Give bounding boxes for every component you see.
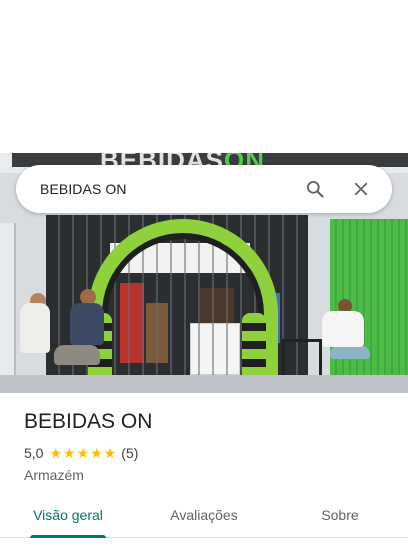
person <box>70 303 104 345</box>
star-icon: ★ <box>76 445 90 461</box>
close-icon[interactable] <box>344 172 378 206</box>
left-door <box>0 223 16 383</box>
rating-value: 5,0 <box>24 445 44 461</box>
star-icon: ★ <box>103 445 117 461</box>
star-icon: ★ <box>49 445 63 461</box>
tab-bar: Visão geral Avaliações Sobre <box>0 498 408 538</box>
tab-overview[interactable]: Visão geral <box>0 498 136 538</box>
star-icon: ★ <box>90 445 103 461</box>
tab-about[interactable]: Sobre <box>272 498 408 537</box>
rating-stars: ★ ★ ★ ★ ★ <box>49 446 116 460</box>
person <box>20 303 50 353</box>
search-icon-graphic <box>307 181 324 198</box>
place-page: BEBIDASON BEBIDAS ON BEBIDAS ON 5,0 ★ ★ … <box>0 0 408 546</box>
tab-reviews[interactable]: Avaliações <box>136 498 272 537</box>
person-legs <box>330 345 370 359</box>
star-icon: ★ <box>63 445 76 461</box>
person <box>322 311 364 347</box>
review-count[interactable]: (5) <box>121 445 138 461</box>
search-icon[interactable] <box>298 172 332 206</box>
search-input[interactable]: BEBIDAS ON <box>40 181 286 197</box>
person-legs <box>54 345 100 365</box>
close-icon-graphic <box>354 182 368 196</box>
place-category[interactable]: Armazém <box>24 467 84 483</box>
rating-row[interactable]: 5,0 ★ ★ ★ ★ ★ (5) <box>24 445 138 461</box>
floor <box>0 375 408 393</box>
place-name: BEBIDAS ON <box>24 410 153 433</box>
search-bar[interactable]: BEBIDAS ON <box>16 165 392 213</box>
